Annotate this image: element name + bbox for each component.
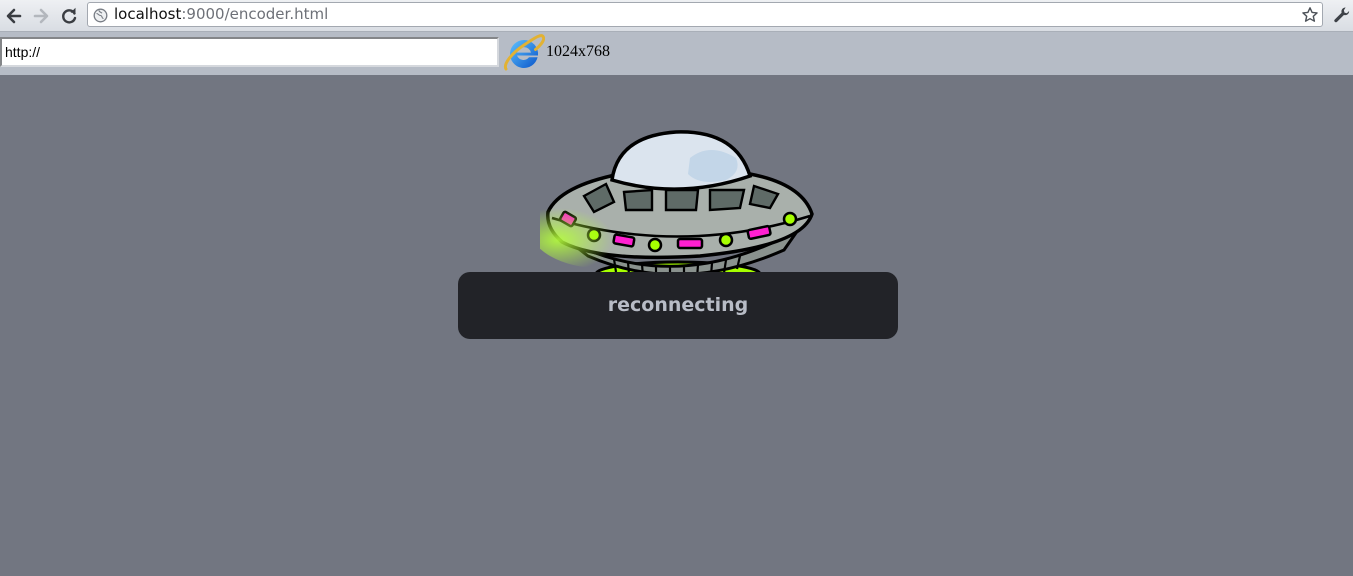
reload-icon[interactable] bbox=[59, 6, 79, 26]
wrench-icon[interactable] bbox=[1333, 6, 1351, 28]
browser-chrome: localhost:9000/encoder.html bbox=[0, 0, 1353, 32]
address-path: :9000/encoder.html bbox=[181, 5, 329, 23]
internet-explorer-logo[interactable] bbox=[503, 33, 546, 79]
page-toolbar: 1024x768 bbox=[0, 32, 1353, 75]
back-arrow-icon[interactable] bbox=[4, 6, 24, 26]
forward-arrow-icon[interactable] bbox=[31, 6, 51, 26]
address-bar[interactable]: localhost:9000/encoder.html bbox=[87, 2, 1323, 27]
connection-status-text: reconnecting bbox=[607, 294, 749, 316]
ufo-illustration bbox=[530, 128, 818, 292]
resolution-label: 1024x768 bbox=[546, 43, 610, 60]
globe-icon bbox=[93, 8, 108, 27]
connection-status-box: reconnecting bbox=[458, 272, 898, 339]
url-input[interactable] bbox=[0, 37, 499, 67]
address-url: localhost:9000/encoder.html bbox=[114, 6, 328, 23]
address-host: localhost bbox=[114, 5, 182, 23]
star-icon[interactable] bbox=[1301, 6, 1319, 28]
